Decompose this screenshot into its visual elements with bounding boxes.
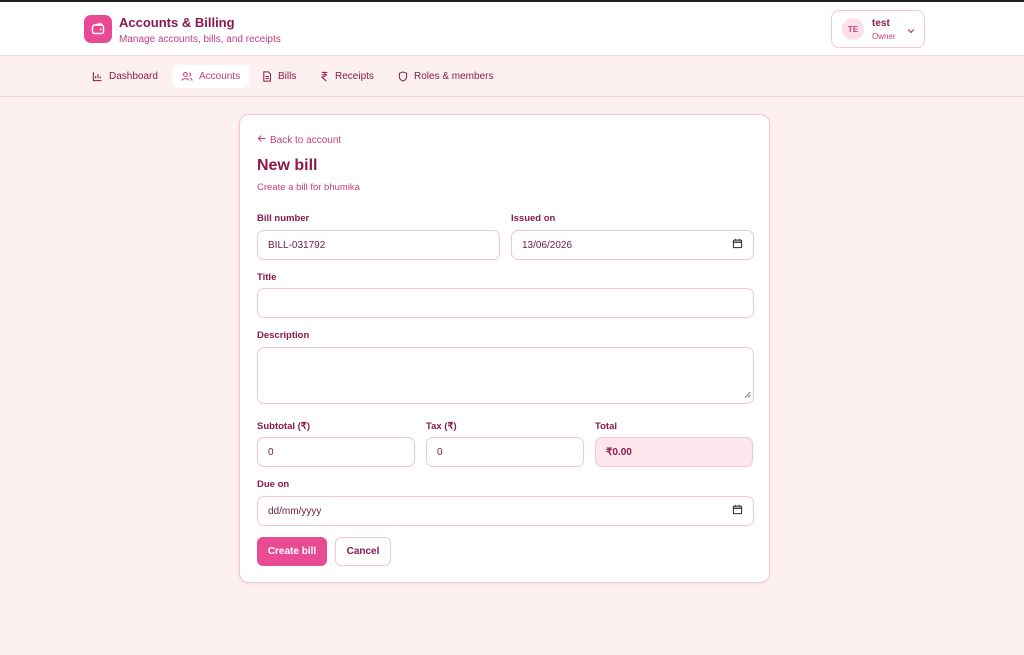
total-display: ₹0.00 [595,437,753,467]
tab-label: Bills [278,71,297,82]
tab-label: Accounts [199,71,241,82]
tax-value: 0 [437,446,443,458]
description-label: Description [257,330,310,341]
bar-chart-icon [92,71,103,82]
tab-receipts[interactable]: Receipts [311,65,383,88]
bill-number-value: BILL-031792 [268,239,326,251]
new-bill-card: Back to account New bill Create a bill f… [239,114,770,583]
calendar-icon[interactable] [732,504,743,518]
subtotal-value: 0 [268,446,274,458]
issued-on-date-input[interactable]: 13/06/2026 [511,230,754,260]
wallet-icon [84,15,112,43]
app-title: Accounts & Billing [119,15,235,30]
calendar-icon[interactable] [732,238,743,252]
back-to-account-link[interactable]: Back to account [257,134,341,146]
chevron-down-icon [906,23,916,41]
page-subtitle: Create a bill for bhumika [257,182,360,193]
due-on-date-input[interactable]: dd/mm/yyyy [257,496,754,526]
app-subtitle: Manage accounts, bills, and receipts [119,34,281,45]
tax-label: Tax (₹) [426,421,457,432]
description-textarea[interactable] [257,347,754,404]
tab-dashboard[interactable]: Dashboard [83,65,167,88]
user-menu-button[interactable]: TE test Owner [831,10,925,48]
top-bar: Accounts & Billing Manage accounts, bill… [0,0,1024,56]
tab-label: Receipts [335,71,374,82]
shield-icon [398,71,408,82]
bill-number-label: Bill number [257,213,310,224]
tab-accounts[interactable]: Accounts [172,65,250,88]
subtotal-input[interactable]: 0 [257,437,415,467]
back-link-label: Back to account [270,134,342,146]
bill-number-input[interactable]: BILL-031792 [257,230,500,260]
user-name: test [872,18,890,29]
resize-handle-icon[interactable] [744,390,751,401]
tax-input[interactable]: 0 [426,437,584,467]
avatar: TE [842,18,864,40]
due-on-label: Due on [257,479,290,490]
total-value: ₹0.00 [606,446,632,458]
main-nav: Dashboard Accounts Bills Receipts Roles … [0,56,1024,97]
tab-roles-members[interactable]: Roles & members [389,65,502,88]
due-on-placeholder: dd/mm/yyyy [268,505,322,517]
tab-label: Dashboard [109,71,158,82]
subtotal-label: Subtotal (₹) [257,421,311,432]
title-input[interactable] [257,288,754,318]
title-label: Title [257,272,277,283]
create-bill-button[interactable]: Create bill [257,537,327,566]
tab-bills[interactable]: Bills [253,65,305,88]
arrow-left-icon [257,134,266,146]
document-icon [262,71,272,82]
page-title: New bill [257,157,318,174]
rupee-icon [320,71,329,82]
cancel-button[interactable]: Cancel [335,537,391,566]
issued-on-value: 13/06/2026 [522,239,573,251]
user-role: Owner [872,32,896,41]
tab-label: Roles & members [414,71,494,82]
issued-on-label: Issued on [511,213,556,224]
users-icon [181,71,193,82]
total-label: Total [595,421,617,432]
